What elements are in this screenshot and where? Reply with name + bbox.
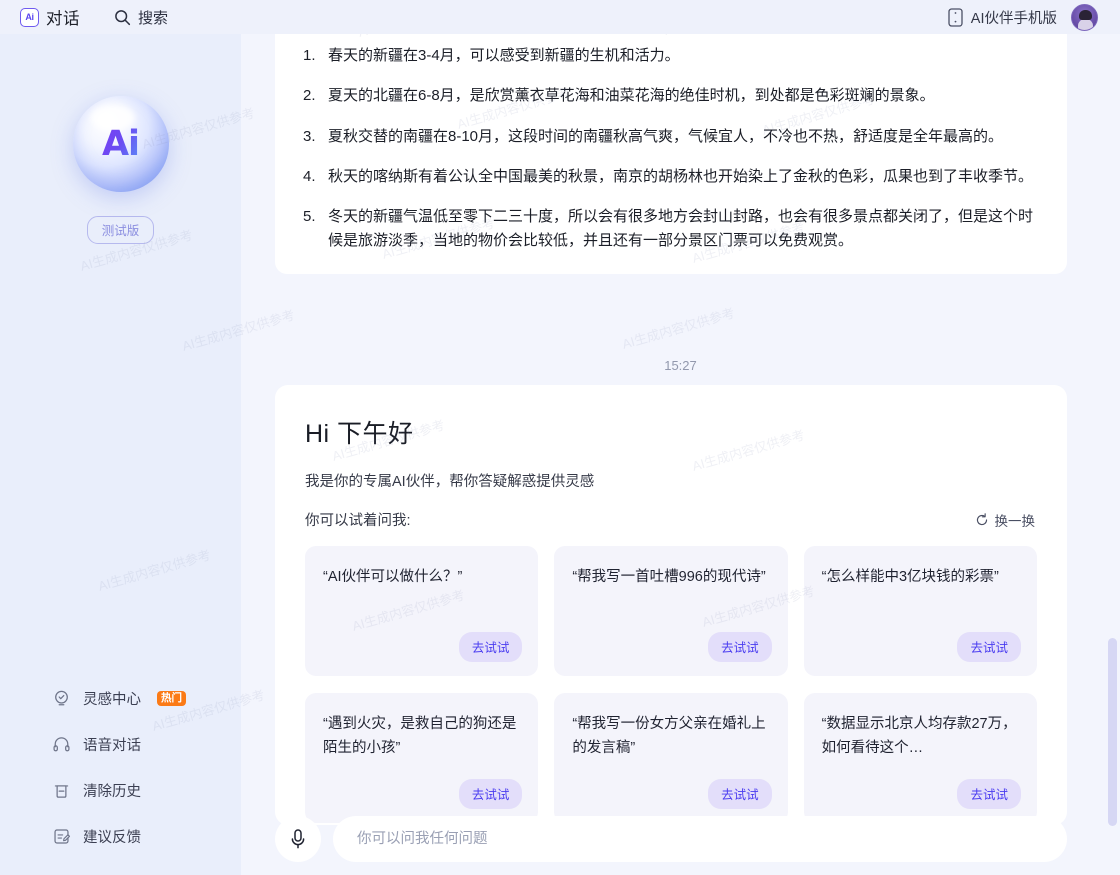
brand[interactable]: Ai 对话	[20, 5, 80, 29]
beta-badge: 测试版	[86, 216, 155, 244]
sidebar-item-feedback[interactable]: 建议反馈	[52, 826, 186, 847]
mobile-version-label: AI伙伴手机版	[970, 10, 1057, 27]
list-item-number: 1.	[303, 47, 316, 64]
suggestion-card[interactable]: “帮我写一份女方父亲在婚礼上的发言稿” 去试试	[554, 693, 788, 823]
header-right: AI伙伴手机版	[948, 3, 1106, 31]
suggestion-grid: “AI伙伴可以做什么？” 去试试 “帮我写一首吐槽996的现代诗” 去试试 “怎…	[305, 546, 1037, 823]
mobile-version-entry[interactable]: AI伙伴手机版	[948, 7, 1057, 28]
suggestion-text: “帮我写一首吐槽996的现代诗”	[572, 569, 766, 585]
lightbulb-icon	[52, 689, 71, 708]
greeting-card: Hi 下午好 我是你的专属AI伙伴，帮你答疑解惑提供灵感 你可以试着问我: 换一…	[275, 385, 1067, 825]
refresh-suggestions-button[interactable]: 换一换	[975, 510, 1038, 530]
list-item: 5. 冬天的新疆气温低至零下二三十度，所以会有很多地方会封山封路，也会有很多景点…	[301, 205, 1041, 254]
header-search[interactable]: 搜索	[114, 7, 168, 28]
list-item-number: 4.	[303, 167, 316, 185]
search-icon	[114, 9, 131, 26]
list-item-text: 春天的新疆在3-4月，可以感受到新疆的生机和活力。	[328, 47, 680, 64]
sidebar-menu: 灵感中心 热门 语音对话 清除历史 建议反馈	[52, 688, 186, 847]
list-item-number: 5.	[303, 208, 316, 226]
main-content: 1. 春天的新疆在3-4月，可以感受到新疆的生机和活力。 2. 夏天的北疆在6-…	[241, 34, 1120, 875]
sidebar: Ai 测试版 灵感中心 热门 语音对话 清除历史 建议反馈	[0, 34, 241, 875]
message-timestamp: 15:27	[664, 358, 697, 373]
list-item: 4. 秋天的喀纳斯有着公认全中国最美的秋景，南京的胡杨林也开始染上了金秋的色彩，…	[301, 165, 1041, 189]
scrollbar-thumb[interactable]	[1108, 638, 1117, 826]
sidebar-item-inspiration[interactable]: 灵感中心 热门	[52, 688, 186, 709]
refresh-label: 换一换	[994, 513, 1036, 529]
brand-title: 对话	[46, 10, 80, 28]
suggestion-card[interactable]: “AI伙伴可以做什么？” 去试试	[305, 546, 539, 676]
assistant-message-card: 1. 春天的新疆在3-4月，可以感受到新疆的生机和活力。 2. 夏天的北疆在6-…	[275, 34, 1067, 274]
composer	[275, 816, 1067, 862]
mobile-phone-icon	[948, 7, 963, 27]
suggestion-card[interactable]: “遇到火灾，是救自己的狗还是陌生的小孩” 去试试	[305, 693, 539, 823]
microphone-icon	[288, 828, 308, 850]
ai-logo-icon: Ai	[20, 7, 39, 27]
suggestion-card[interactable]: “帮我写一首吐槽996的现代诗” 去试试	[554, 546, 788, 676]
suggestion-card[interactable]: “数据显示北京人均存款27万，如何看待这个… 去试试	[803, 693, 1037, 823]
trash-icon	[52, 781, 71, 800]
suggestion-text: “数据显示北京人均存款27万，如何看待这个…	[821, 716, 1017, 757]
list-item: 2. 夏天的北疆在6-8月，是欣赏薰衣草花海和油菜花海的绝佳时机，到处都是色彩斑…	[301, 84, 1041, 108]
greeting-hint: 你可以试着问我:	[305, 513, 411, 529]
sidebar-item-label: 清除历史	[83, 784, 141, 800]
suggestion-text: “怎么样能中3亿块钱的彩票”	[821, 569, 999, 585]
sidebar-item-label: 灵感中心	[83, 692, 141, 708]
list-item-text: 冬天的新疆气温低至零下二三十度，所以会有很多地方会封山封路，也会有很多景点都关闭…	[328, 208, 1034, 250]
greeting-hint-row: 你可以试着问我: 换一换	[305, 509, 1037, 530]
sidebar-logo: Ai 测试版	[0, 96, 241, 244]
suggestion-text: “遇到火灾，是救自己的狗还是陌生的小孩”	[323, 716, 517, 757]
try-button[interactable]: 去试试	[458, 779, 523, 809]
try-button[interactable]: 去试试	[458, 632, 523, 662]
try-button[interactable]: 去试试	[708, 632, 772, 662]
sidebar-item-label: 语音对话	[83, 738, 141, 754]
search-label: 搜索	[138, 9, 169, 27]
list-item-number: 3.	[303, 127, 316, 145]
status-badge: 热门	[157, 690, 186, 707]
feedback-edit-icon	[52, 827, 71, 846]
suggestion-card[interactable]: “怎么样能中3亿块钱的彩票” 去试试	[803, 546, 1037, 676]
list-item-number: 2.	[303, 87, 316, 105]
list-item: 1. 春天的新疆在3-4月，可以感受到新疆的生机和活力。	[301, 44, 1041, 68]
suggestion-text: “帮我写一份女方父亲在婚礼上的发言稿”	[572, 716, 766, 757]
list-item: 3. 夏秋交替的南疆在8-10月，这段时间的南疆秋高气爽，气候宜人，不冷也不热，…	[301, 125, 1041, 149]
greeting-subtitle: 我是你的专属AI伙伴，帮你答疑解惑提供灵感	[305, 474, 595, 490]
list-item-text: 夏秋交替的南疆在8-10月，这段时间的南疆秋高气爽，气候宜人，不冷也不热，舒适度…	[328, 127, 1004, 145]
microphone-button[interactable]	[275, 816, 321, 862]
sidebar-item-clear-history[interactable]: 清除历史	[52, 780, 186, 801]
message-input[interactable]	[333, 816, 1067, 862]
sphere-label: Ai	[101, 124, 140, 164]
try-button[interactable]: 去试试	[708, 779, 772, 809]
page-title: Hi 下午好	[305, 420, 414, 448]
list-item-text: 夏天的北疆在6-8月，是欣赏薰衣草花海和油菜花海的绝佳时机，到处都是色彩斑斓的景…	[328, 87, 935, 105]
try-button[interactable]: 去试试	[957, 632, 1021, 662]
list-item-text: 秋天的喀纳斯有着公认全中国最美的秋景，南京的胡杨林也开始染上了金秋的色彩，瓜果也…	[328, 167, 1034, 185]
headphones-icon	[52, 735, 71, 754]
answer-list: 1. 春天的新疆在3-4月，可以感受到新疆的生机和活力。 2. 夏天的北疆在6-…	[301, 44, 1041, 254]
sidebar-item-voice-chat[interactable]: 语音对话	[52, 734, 186, 755]
ai-sphere-icon: Ai	[72, 96, 169, 192]
avatar[interactable]	[1071, 3, 1098, 31]
app-header: Ai 对话 搜索 AI伙伴手机版	[0, 0, 1120, 34]
suggestion-text: “AI伙伴可以做什么？”	[323, 569, 463, 585]
sidebar-item-label: 建议反馈	[83, 830, 141, 846]
refresh-icon	[975, 512, 989, 527]
try-button[interactable]: 去试试	[957, 779, 1021, 809]
